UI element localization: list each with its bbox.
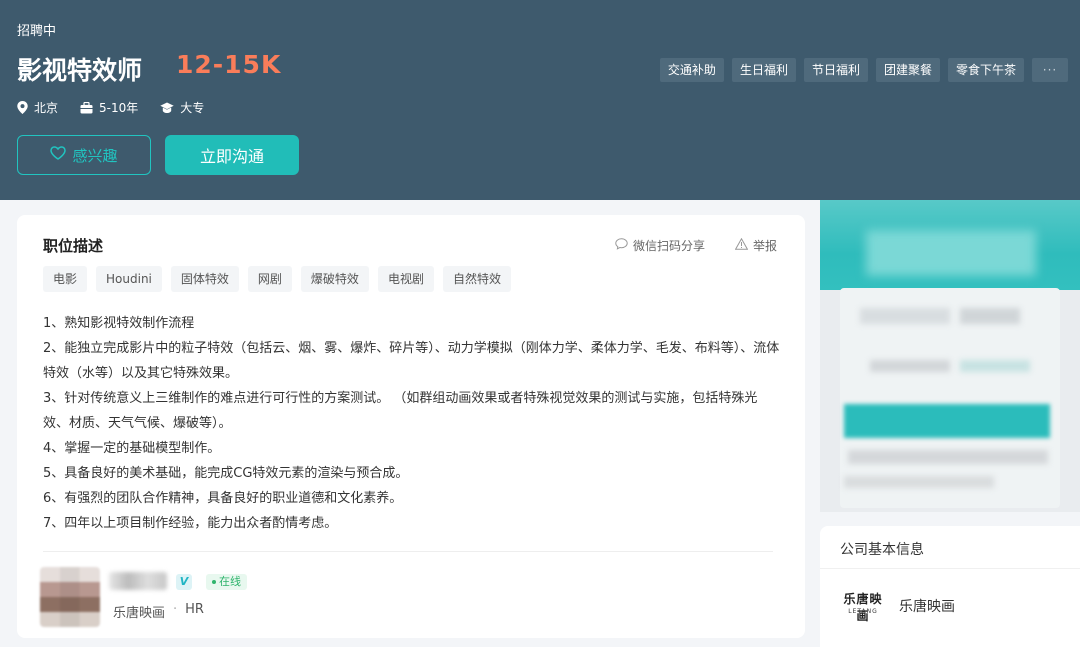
online-status-label: 在线 <box>219 575 241 588</box>
warning-icon <box>734 237 749 253</box>
job-meta: 北京 5-10年 大专 <box>17 99 204 116</box>
promo-banner-blurred[interactable] <box>820 200 1080 512</box>
welfare-tag: 零食下午茶 <box>947 58 1024 82</box>
briefcase-icon <box>80 101 93 114</box>
welfare-tag: 节日福利 <box>803 58 868 82</box>
skill-tag: 爆破特效 <box>300 266 369 292</box>
recruiter-company: 乐唐映画 <box>113 606 166 621</box>
promo-button-blurred[interactable] <box>844 404 1050 438</box>
company-logo-text: 乐唐映画 <box>843 592 883 623</box>
interest-button[interactable]: 感兴趣 <box>17 135 151 175</box>
verified-badge-icon: V <box>176 574 192 590</box>
description-line: 2、能独立完成影片中的粒子特效（包括云、烟、雾、爆炸、碎片等）、动力学模拟（刚体… <box>43 341 780 381</box>
welfare-tag: 团建聚餐 <box>875 58 940 82</box>
company-name-link[interactable]: 乐唐映画 <box>899 596 955 616</box>
skill-tag: Houdini <box>96 266 162 292</box>
description-line: 1、熟知影视特效制作流程 <box>43 316 195 331</box>
job-title: 影视特效师 <box>17 56 143 85</box>
location-pin-icon <box>17 101 28 114</box>
education-text: 大专 <box>180 101 205 115</box>
recruiter-role: HR <box>185 602 204 617</box>
job-description-card: 职位描述 微信扫码分享 举报 电影 Houdini 固体特效 网剧 爆破特效 电… <box>17 215 805 638</box>
company-logo[interactable]: 乐唐映画 LETANG <box>840 588 886 623</box>
skill-tag: 网剧 <box>247 266 292 292</box>
promo-header-highlight <box>866 230 1036 276</box>
job-description-text: 1、熟知影视特效制作流程 2、能独立完成影片中的粒子特效（包括云、烟、雾、爆炸、… <box>43 311 783 536</box>
promo-blur-line <box>860 308 950 324</box>
recruiter-name-blurred <box>109 572 167 590</box>
share-label: 微信扫码分享 <box>633 239 706 253</box>
recruiter-info: 乐唐映画 · HR <box>113 602 204 621</box>
job-header: 招聘中 影视特效师 12-15K 北京 5-10年 大专 交通补助 生日福利 节… <box>0 0 1080 200</box>
skill-tag: 固体特效 <box>170 266 239 292</box>
meta-education: 大专 <box>160 99 204 116</box>
welfare-tag: 生日福利 <box>731 58 796 82</box>
description-line: 4、掌握一定的基础模型制作。 <box>43 441 221 456</box>
promo-blur-line <box>844 476 994 488</box>
company-logo-subtext: LETANG <box>848 608 878 615</box>
promo-blur-line <box>960 360 1030 372</box>
graduation-cap-icon <box>160 102 174 114</box>
report-label: 举报 <box>753 239 778 253</box>
meta-experience: 5-10年 <box>80 99 138 116</box>
online-dot-icon <box>212 580 216 584</box>
description-line: 5、具备良好的美术基础，能完成CG特效元素的渲染与预合成。 <box>43 466 409 481</box>
promo-blur-line <box>960 308 1020 324</box>
description-line: 6、有强烈的团队合作精神，具备良好的职业道德和文化素养。 <box>43 491 403 506</box>
company-info-title: 公司基本信息 <box>840 542 924 558</box>
chat-bubble-icon <box>615 238 628 253</box>
report-button[interactable]: 举报 <box>734 237 778 254</box>
online-status-badge: 在线 <box>206 574 247 590</box>
divider <box>820 568 1080 569</box>
description-title: 职位描述 <box>43 237 104 255</box>
wechat-share-button[interactable]: 微信扫码分享 <box>615 237 705 254</box>
description-line: 3、针对传统意义上三维制作的难点进行可行性的方案测试。 （如群组动画效果或者特殊… <box>43 391 758 431</box>
experience-text: 5-10年 <box>99 101 139 115</box>
company-info-card: 公司基本信息 乐唐映画 LETANG 乐唐映画 <box>820 526 1080 647</box>
skill-tag: 电影 <box>43 266 88 292</box>
interest-button-label: 感兴趣 <box>72 146 118 165</box>
skill-tag: 电视剧 <box>377 266 434 292</box>
promo-blur-line <box>870 360 950 372</box>
skill-tag: 自然特效 <box>442 266 511 292</box>
chat-now-button[interactable]: 立即沟通 <box>165 135 299 175</box>
divider <box>43 551 773 552</box>
welfare-tag: 交通补助 <box>659 58 724 82</box>
location-text: 北京 <box>34 101 59 115</box>
welfare-tags: 交通补助 生日福利 节日福利 团建聚餐 零食下午茶 ··· <box>659 58 1068 82</box>
heart-icon <box>50 146 67 164</box>
meta-location: 北京 <box>17 99 58 116</box>
description-line: 7、四年以上项目制作经验，能力出众者酌情考虑。 <box>43 516 338 531</box>
welfare-more-button[interactable]: ··· <box>1032 58 1068 82</box>
skill-tags: 电影 Houdini 固体特效 网剧 爆破特效 电视剧 自然特效 <box>43 266 511 292</box>
salary: 12-15K <box>176 50 282 79</box>
promo-blur-line <box>848 450 1048 464</box>
job-status: 招聘中 <box>17 24 57 39</box>
recruiter-avatar <box>40 567 100 627</box>
separator: · <box>173 602 178 617</box>
